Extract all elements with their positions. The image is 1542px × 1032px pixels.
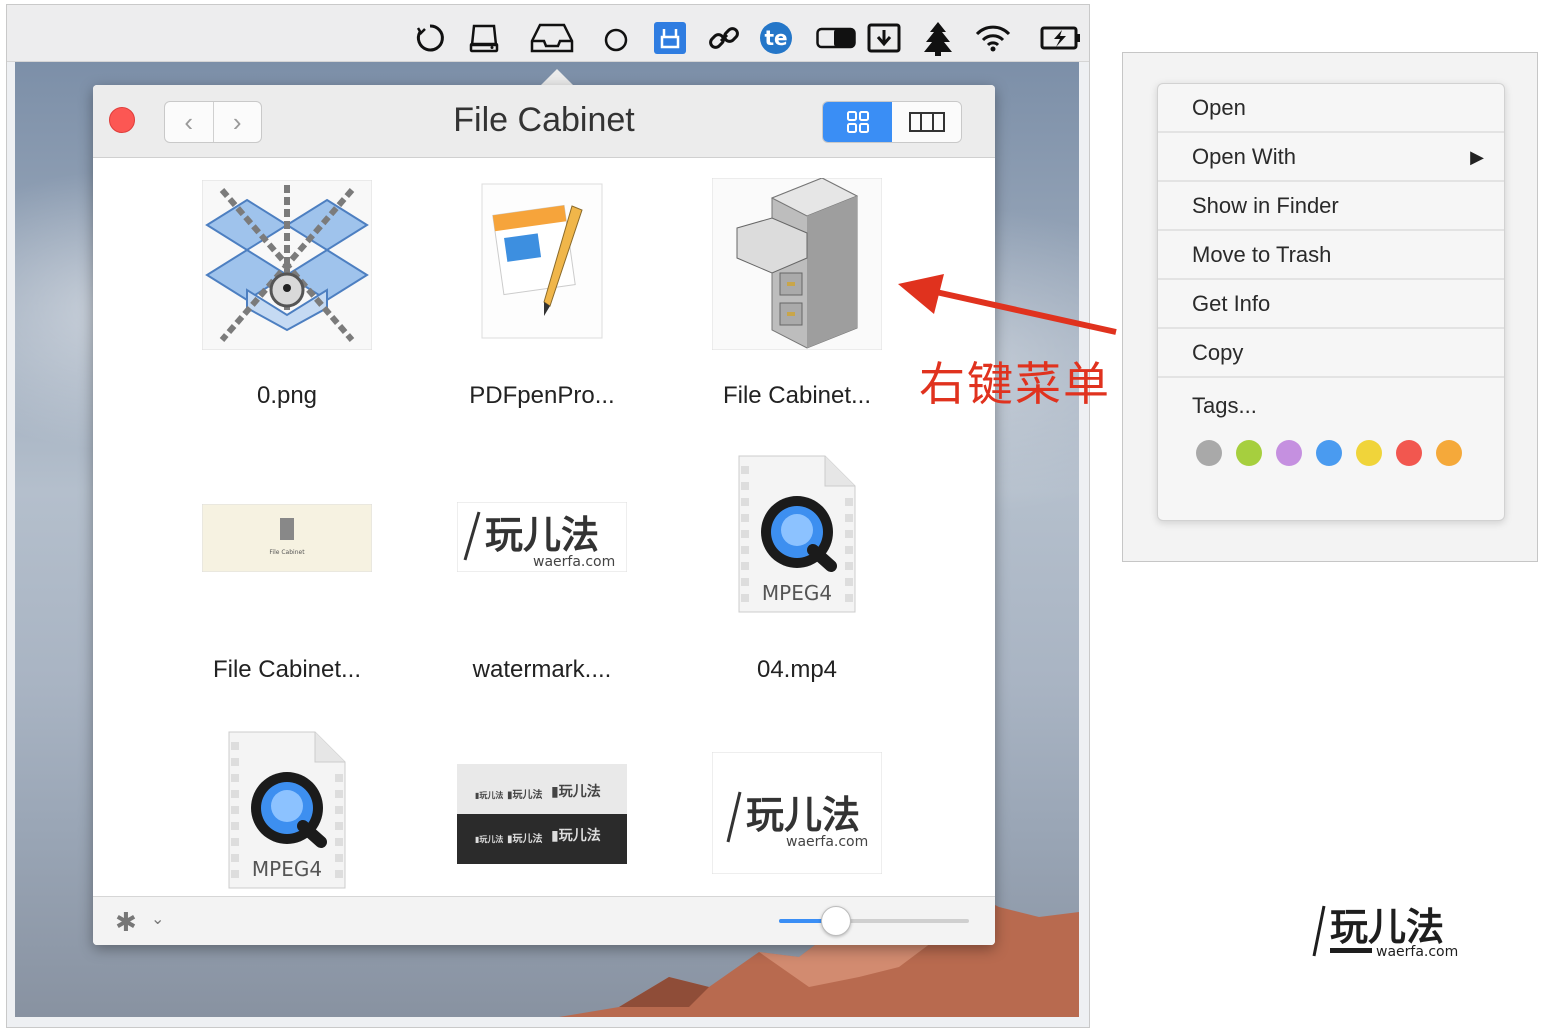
columns-icon xyxy=(908,112,945,132)
context-menu-screenshot: Open Open With ▶ Show in Finder Move to T… xyxy=(1122,52,1538,562)
inbox-tray-icon[interactable] xyxy=(527,21,577,55)
file-item[interactable]: MPEG4 04.mp4 xyxy=(677,428,917,688)
submenu-arrow-icon: ▶ xyxy=(1470,147,1484,167)
svg-text:▮玩儿法: ▮玩儿法 xyxy=(475,790,503,800)
menu-item-label: Tags... xyxy=(1192,393,1257,418)
grid-icon xyxy=(846,111,869,133)
wifi-icon[interactable] xyxy=(973,21,1013,55)
file-cabinet-banner-icon: File Cabinet xyxy=(202,504,372,572)
svg-text:玩儿法: 玩儿法 xyxy=(746,793,860,837)
file-name: File Cabinet... xyxy=(722,382,872,409)
tree-icon[interactable] xyxy=(921,21,955,56)
file-name: PDFpenPro... xyxy=(469,382,615,409)
svg-text:▮玩儿法: ▮玩儿法 xyxy=(551,827,601,844)
dropbox-chained-icon xyxy=(202,180,372,350)
waerfa-watermark-logo: 玩儿法 waerfa.com xyxy=(1312,905,1458,960)
menu-item-label: Open xyxy=(1192,95,1246,120)
tag-purple[interactable] xyxy=(1276,440,1302,466)
file-name: 0.png xyxy=(256,382,318,409)
file-item[interactable]: 0.png xyxy=(167,158,407,418)
slider-knob[interactable] xyxy=(821,906,851,936)
menu-item-copy[interactable]: Copy xyxy=(1158,329,1504,377)
file-name: watermark.... xyxy=(472,656,612,683)
waerfa-watermark-icon: 玩儿法 waerfa.com xyxy=(457,502,627,572)
tag-red[interactable] xyxy=(1396,440,1422,466)
menu-item-label: Show in Finder xyxy=(1192,193,1339,218)
chevron-down-icon[interactable]: ⌄ xyxy=(151,909,164,929)
menu-item-open[interactable]: Open xyxy=(1158,84,1504,132)
svg-text:▮玩儿法: ▮玩儿法 xyxy=(507,832,543,845)
svg-text:玩儿法: 玩儿法 xyxy=(1330,905,1444,949)
svg-text:玩儿法: 玩儿法 xyxy=(485,513,599,557)
svg-text:waerfa.com: waerfa.com xyxy=(533,554,615,570)
svg-text:▮玩儿法: ▮玩儿法 xyxy=(507,788,543,801)
quicktime-mpeg4-icon: MPEG4 xyxy=(228,731,346,889)
menu-item-label: Get Info xyxy=(1192,291,1271,316)
file-cabinet-popover: ‹ › File Cabinet 0.png PDFpenPro... File… xyxy=(93,85,995,945)
file-item[interactable]: MPEG4 xyxy=(167,710,407,896)
tag-blue[interactable] xyxy=(1316,440,1342,466)
file-cabinet-icon xyxy=(712,178,882,350)
toggle-icon[interactable] xyxy=(815,21,857,55)
menu-item-move-to-trash[interactable]: Move to Trash xyxy=(1158,231,1504,279)
menu-item-open-with[interactable]: Open With ▶ xyxy=(1158,133,1504,181)
gear-icon[interactable]: ✱ xyxy=(115,907,137,938)
file-item[interactable]: ▮玩儿法 ▮玩儿法 ▮玩儿法 ▮玩儿法 ▮玩儿法 ▮玩儿法 xyxy=(422,710,662,896)
file-item[interactable]: File Cabinet... xyxy=(677,158,917,418)
column-view-button[interactable] xyxy=(892,102,961,142)
file-name: File Cabinet... xyxy=(212,656,362,683)
te-icon[interactable]: te xyxy=(759,21,793,55)
file-item[interactable]: File Cabinet File Cabinet... xyxy=(167,428,407,688)
battery-charging-icon[interactable] xyxy=(1039,21,1083,55)
svg-text:te: te xyxy=(764,26,787,50)
svg-text:▮玩儿法: ▮玩儿法 xyxy=(475,834,503,844)
menu-item-show-in-finder[interactable]: Show in Finder xyxy=(1158,182,1504,230)
file-grid: 0.png PDFpenPro... File Cabinet... File … xyxy=(93,158,995,896)
app-blue-icon[interactable] xyxy=(653,21,687,55)
svg-text:▮玩儿法: ▮玩儿法 xyxy=(551,783,601,800)
waerfa-banner-dark-icon: ▮玩儿法 ▮玩儿法 ▮玩儿法 ▮玩儿法 ▮玩儿法 ▮玩儿法 xyxy=(457,764,627,864)
circle-icon[interactable] xyxy=(599,21,633,55)
svg-text:MPEG4: MPEG4 xyxy=(252,857,322,881)
annotation-text: 右键菜单 xyxy=(919,357,1111,411)
svg-text:waerfa.com: waerfa.com xyxy=(786,834,868,850)
context-menu: Open Open With ▶ Show in Finder Move to T… xyxy=(1157,83,1505,521)
view-mode-segmented-control xyxy=(822,101,962,143)
svg-text:File Cabinet: File Cabinet xyxy=(269,549,305,556)
link-icon[interactable] xyxy=(707,21,741,55)
menu-item-label: Copy xyxy=(1192,340,1244,365)
file-item[interactable]: 玩儿法 waerfa.com xyxy=(677,710,917,896)
menu-item-label: Move to Trash xyxy=(1192,242,1332,267)
menu-separator xyxy=(1158,376,1504,378)
download-icon[interactable] xyxy=(867,21,901,55)
popover-titlebar: ‹ › File Cabinet xyxy=(93,85,995,158)
waerfa-logo-icon: 玩儿法 waerfa.com xyxy=(712,752,882,874)
popover-bottom-bar: ✱ ⌄ xyxy=(93,896,995,945)
tag-orange[interactable] xyxy=(1436,440,1462,466)
quicktime-mpeg4-icon: MPEG4 xyxy=(738,455,856,613)
annotation-arrow xyxy=(898,274,1117,335)
screenshot-frame: te ‹ › File Cabinet 0.png PDFpenPro... F… xyxy=(6,4,1090,1028)
drive-icon[interactable] xyxy=(467,21,501,55)
svg-text:MPEG4: MPEG4 xyxy=(762,581,832,605)
menu-item-label: Open With xyxy=(1192,144,1296,169)
file-name: 04.mp4 xyxy=(756,656,838,683)
pages-document-icon xyxy=(481,183,603,339)
menu-bar: te xyxy=(7,5,1089,62)
file-item[interactable]: 玩儿法 waerfa.com watermark.... xyxy=(422,428,662,688)
file-item[interactable]: PDFpenPro... xyxy=(422,158,662,418)
menu-item-tags[interactable]: Tags... xyxy=(1158,382,1504,430)
tag-green[interactable] xyxy=(1236,440,1262,466)
icon-view-button[interactable] xyxy=(823,102,892,142)
tag-gray[interactable] xyxy=(1196,440,1222,466)
svg-text:waerfa.com: waerfa.com xyxy=(1376,944,1458,960)
tag-yellow[interactable] xyxy=(1356,440,1382,466)
loop-icon[interactable] xyxy=(413,21,447,55)
icon-size-slider[interactable] xyxy=(779,906,969,936)
menu-item-get-info[interactable]: Get Info xyxy=(1158,280,1504,328)
